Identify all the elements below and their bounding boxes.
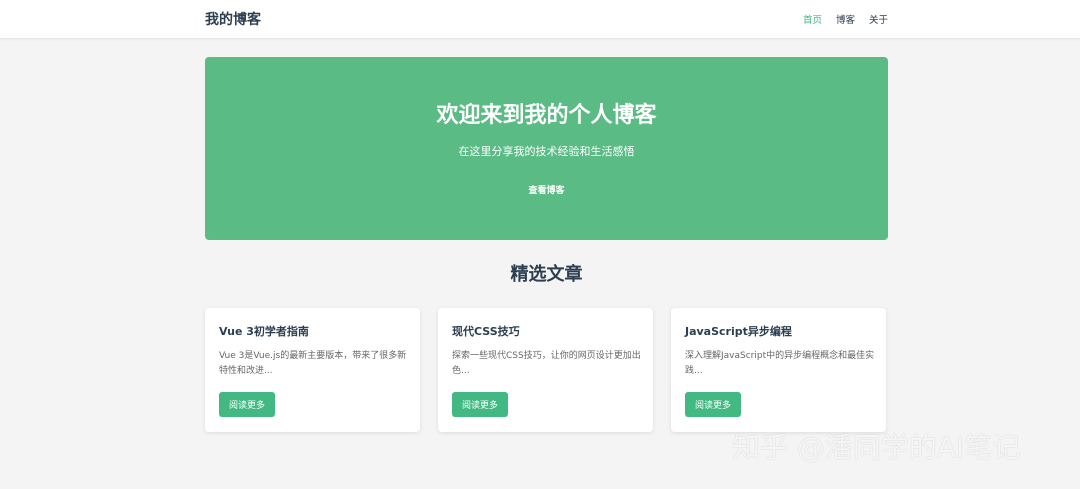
article-card: JavaScript异步编程 深入理解JavaScript中的异步编程概念和最佳… xyxy=(671,308,886,432)
article-card: 现代CSS技巧 探索一些现代CSS技巧，让你的网页设计更加出色... 阅读更多 xyxy=(438,308,653,432)
page: 我的博客 首页 博客 关于 欢迎来到我的个人博客 在这里分享我的技术经验和生活感… xyxy=(0,0,1080,489)
nav-link-about[interactable]: 关于 xyxy=(869,12,888,26)
hero-subtitle: 在这里分享我的技术经验和生活感悟 xyxy=(458,145,635,158)
hero-title: 欢迎来到我的个人博客 xyxy=(436,103,657,128)
hero-banner: 欢迎来到我的个人博客 在这里分享我的技术经验和生活感悟 查看博客 xyxy=(205,57,888,240)
nav-link-home[interactable]: 首页 xyxy=(803,12,822,26)
zhihu-watermark: 知乎 @潘同学的AI笔记 xyxy=(732,431,1021,464)
main-nav: 首页 博客 关于 xyxy=(803,12,888,26)
site-title[interactable]: 我的博客 xyxy=(205,9,261,29)
header-inner: 我的博客 首页 博客 关于 xyxy=(205,0,888,38)
read-more-button[interactable]: 阅读更多 xyxy=(452,392,508,417)
read-more-button[interactable]: 阅读更多 xyxy=(219,392,275,417)
nav-link-blog[interactable]: 博客 xyxy=(836,12,855,26)
article-card: Vue 3初学者指南 Vue 3是Vue.js的最新主要版本，带来了很多新特性和… xyxy=(205,308,420,432)
article-card-title[interactable]: JavaScript异步编程 xyxy=(685,323,792,339)
view-blog-button[interactable]: 查看博客 xyxy=(514,178,578,201)
featured-cards: Vue 3初学者指南 Vue 3是Vue.js的最新主要版本，带来了很多新特性和… xyxy=(205,308,888,432)
article-card-title[interactable]: Vue 3初学者指南 xyxy=(219,323,309,339)
site-header: 我的博客 首页 博客 关于 xyxy=(0,0,1080,38)
featured-section-title: 精选文章 xyxy=(510,264,583,285)
article-card-excerpt: 探索一些现代CSS技巧，让你的网页设计更加出色... xyxy=(452,351,641,376)
article-card-excerpt: 深入理解JavaScript中的异步编程概念和最佳实践... xyxy=(685,351,875,376)
article-card-excerpt: Vue 3是Vue.js的最新主要版本，带来了很多新特性和改进... xyxy=(219,351,407,376)
article-card-title[interactable]: 现代CSS技巧 xyxy=(452,323,520,339)
read-more-button[interactable]: 阅读更多 xyxy=(685,392,741,417)
